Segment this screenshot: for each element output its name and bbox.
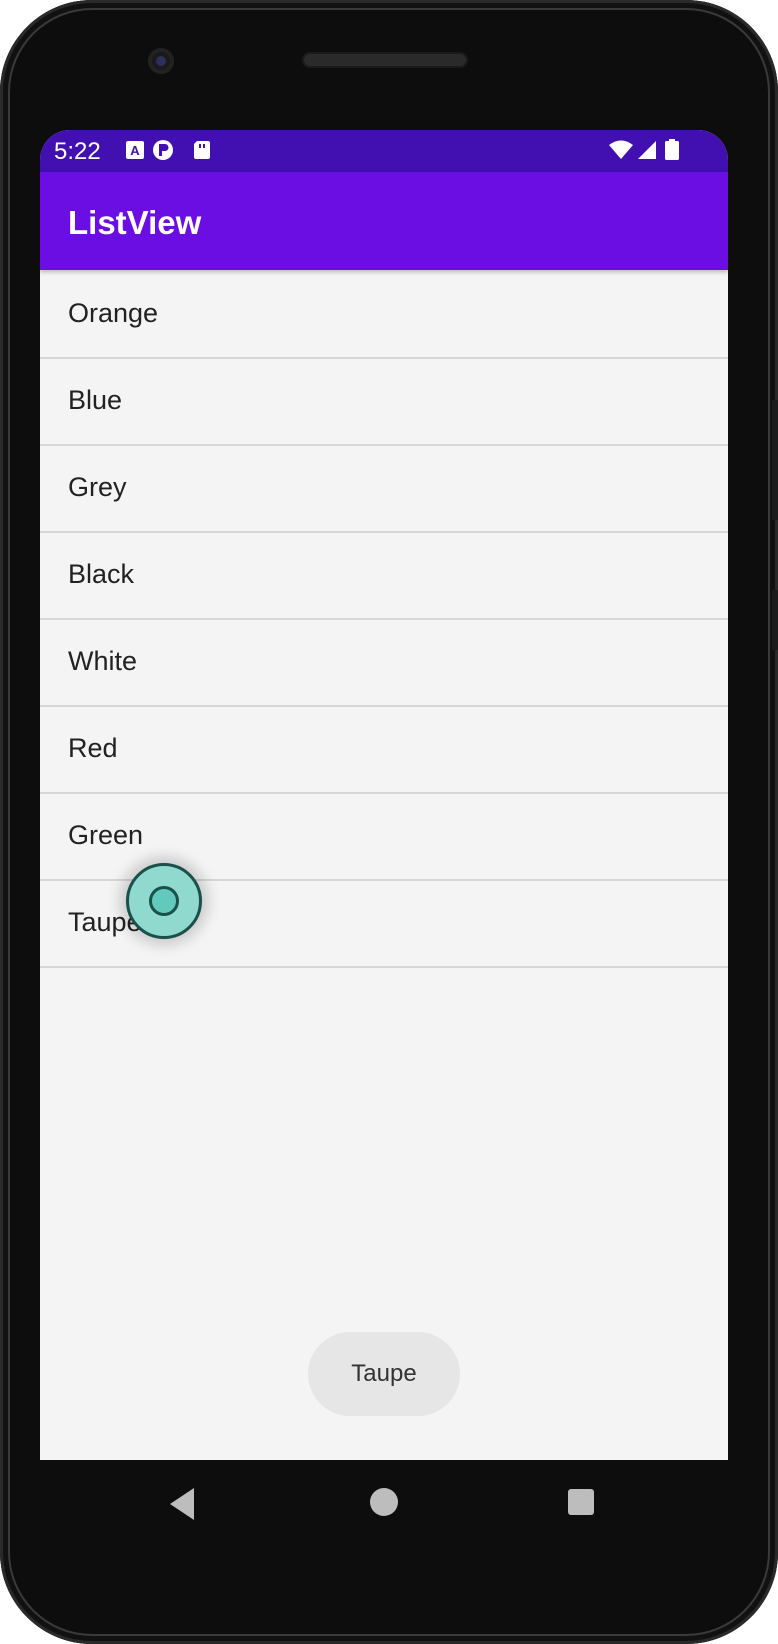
svg-text:A: A <box>130 143 140 158</box>
home-icon[interactable] <box>370 1488 398 1516</box>
toast-message: Taupe <box>308 1332 460 1416</box>
battery-icon <box>665 139 679 160</box>
list-item-grey[interactable]: Grey <box>40 446 728 533</box>
list-item-label: Green <box>68 820 144 850</box>
list-item-red[interactable]: Red <box>40 707 728 794</box>
list-item-label: Blue <box>68 385 123 415</box>
earpiece-speaker <box>302 52 468 68</box>
status-time: 5:22 <box>54 138 101 165</box>
list-item-label: Red <box>68 733 118 763</box>
touch-indicator <box>126 863 202 939</box>
p-notification-icon <box>153 140 173 160</box>
a-notification-icon: A <box>126 141 144 159</box>
back-icon[interactable] <box>170 1488 194 1520</box>
power-button <box>772 590 778 650</box>
list-item-label: Grey <box>68 472 127 502</box>
wifi-icon <box>609 140 633 159</box>
screen: 5:22 A ListView Orange Blue Grey Black W… <box>40 130 728 1460</box>
list-item-label: Black <box>68 559 135 589</box>
status-bar: 5:22 A <box>40 130 728 172</box>
volume-button <box>772 400 778 520</box>
list-item-label: White <box>68 646 138 676</box>
front-camera <box>148 48 174 74</box>
list-item-label: Orange <box>68 298 159 328</box>
list-item-white[interactable]: White <box>40 620 728 707</box>
color-list: Orange Blue Grey Black White Red Green T… <box>40 272 728 968</box>
list-item-blue[interactable]: Blue <box>40 359 728 446</box>
recents-icon[interactable] <box>568 1489 594 1515</box>
list-item-black[interactable]: Black <box>40 533 728 620</box>
sd-card-icon <box>194 141 210 159</box>
signal-icon <box>638 141 656 159</box>
app-bar: ListView <box>40 172 728 270</box>
list-item-orange[interactable]: Orange <box>40 272 728 359</box>
app-title: ListView <box>68 204 202 241</box>
navigation-bar <box>40 1460 728 1544</box>
